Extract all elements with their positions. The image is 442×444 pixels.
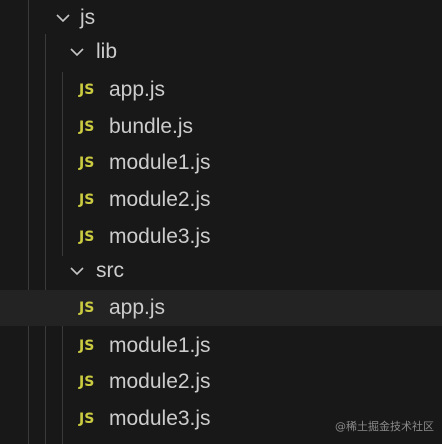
file-explorer-tree: js lib JS app.js JS bundle.js JS module1… (0, 0, 442, 444)
folder-label: lib (96, 40, 118, 63)
chevron-down-icon (70, 45, 84, 59)
file-row[interactable]: JS module2.js (0, 364, 442, 400)
folder-row-lib[interactable]: lib (0, 34, 442, 70)
watermark: @稀土掘金技术社区 (335, 420, 434, 433)
file-label: bundle.js (109, 115, 194, 138)
file-row[interactable]: JS module3.js (0, 219, 442, 255)
file-label: app.js (109, 78, 166, 101)
file-row[interactable]: JS module1.js (0, 328, 442, 364)
file-label: module2.js (109, 188, 211, 211)
javascript-file-icon: JS (79, 155, 95, 171)
file-label: module3.js (109, 407, 211, 430)
javascript-file-icon: JS (79, 229, 95, 245)
javascript-file-icon: JS (79, 338, 95, 354)
folder-row-js[interactable]: js (0, 0, 442, 36)
javascript-file-icon: JS (79, 411, 95, 427)
folder-label: js (80, 6, 96, 29)
file-row[interactable]: JS app.js (0, 72, 442, 108)
file-row[interactable]: JS module1.js (0, 145, 442, 181)
file-row[interactable]: JS module2.js (0, 182, 442, 218)
javascript-file-icon: JS (79, 374, 95, 390)
file-label: app.js (109, 296, 166, 319)
file-label: module3.js (109, 225, 211, 248)
file-row[interactable]: JS bundle.js (0, 109, 442, 145)
folder-label: src (96, 259, 124, 282)
javascript-file-icon: JS (79, 82, 95, 98)
file-row[interactable]: JS app.js (0, 290, 442, 326)
javascript-file-icon: JS (79, 300, 95, 316)
chevron-down-icon (70, 264, 84, 278)
javascript-file-icon: JS (79, 192, 95, 208)
javascript-file-icon: JS (79, 119, 95, 135)
file-label: module2.js (109, 370, 211, 393)
file-label: module1.js (109, 151, 211, 174)
chevron-down-icon (56, 11, 70, 25)
file-label: module1.js (109, 334, 211, 357)
folder-row-src[interactable]: src (0, 253, 442, 289)
